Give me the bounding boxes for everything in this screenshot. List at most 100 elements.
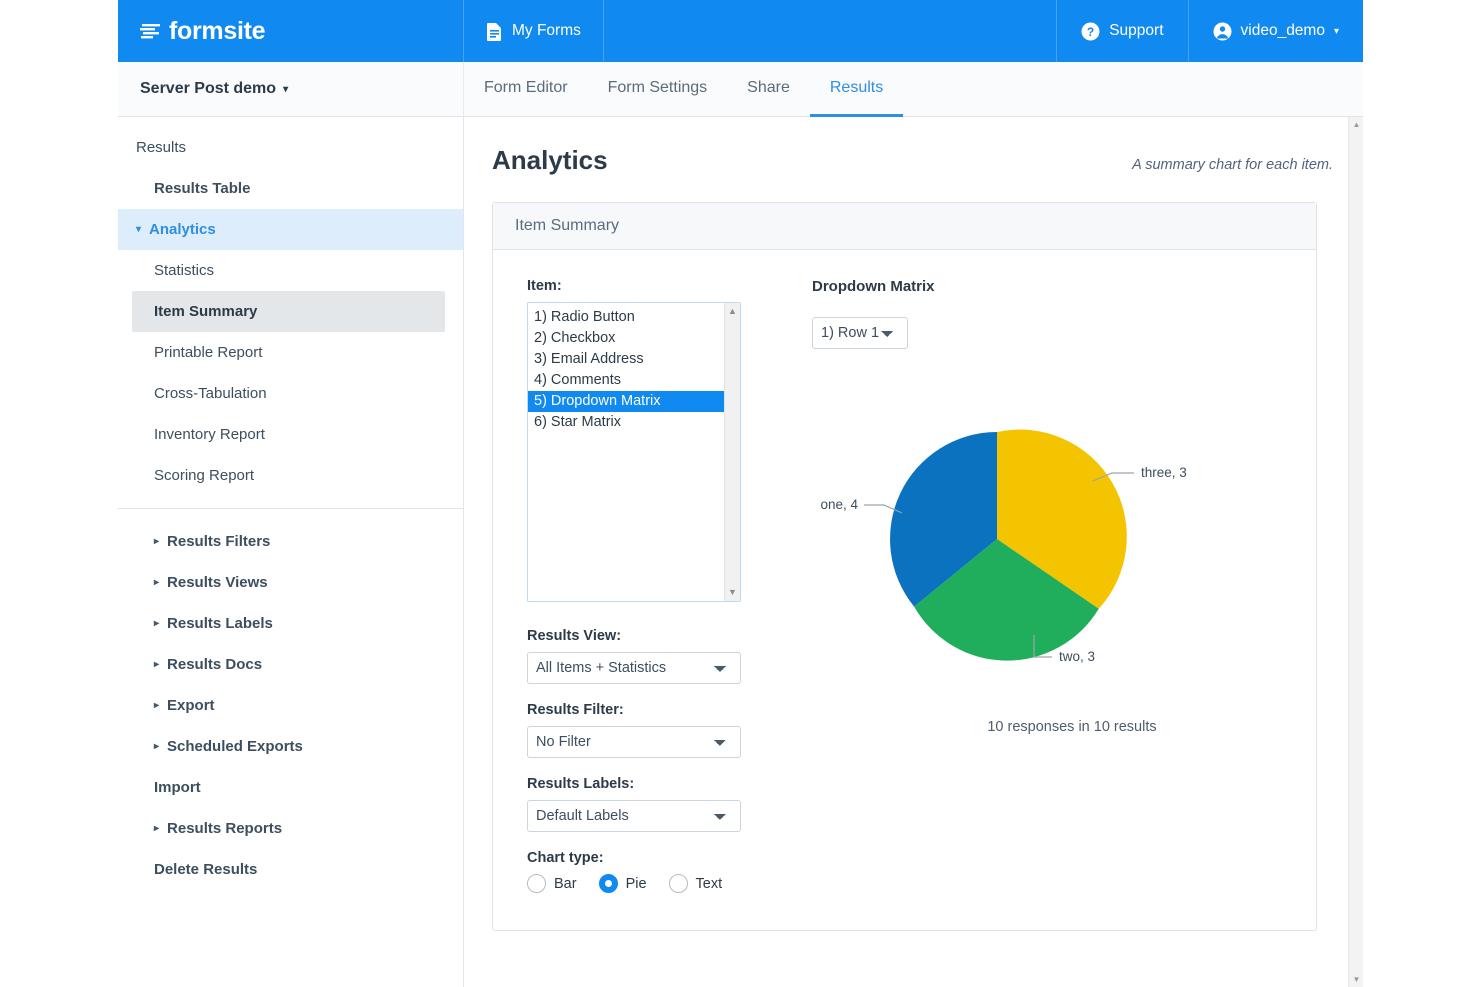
sidebar-item-results-filters[interactable]: ▸ Results Filters	[118, 521, 463, 562]
sidebar-item-inventory-report[interactable]: Inventory Report	[118, 414, 463, 455]
sidebar-item-results-reports[interactable]: ▸ Results Reports	[118, 808, 463, 849]
my-forms-label: My Forms	[512, 22, 581, 40]
sidebar-item-statistics[interactable]: Statistics	[118, 250, 463, 291]
sidebar-item-results[interactable]: Results	[118, 127, 463, 168]
list-item[interactable]: 1) Radio Button	[528, 307, 724, 328]
chart-type-label: Chart type:	[527, 850, 782, 866]
sidebar-item-results-table[interactable]: Results Table	[118, 168, 463, 209]
user-menu[interactable]: video_demo ▾	[1189, 0, 1363, 62]
results-view-select[interactable]: All Items + Statistics	[527, 652, 741, 684]
sidebar-item-label: Export	[167, 697, 215, 714]
brand-logo: formsite	[140, 17, 265, 46]
sidebar-item-label: Import	[154, 779, 201, 796]
my-forms-link[interactable]: My Forms	[464, 0, 604, 62]
sidebar-item-label: Results Table	[154, 180, 250, 197]
question-circle-icon: ?	[1081, 22, 1100, 41]
results-sidebar: Results Results Table ▾ Analytics Statis…	[118, 117, 464, 987]
chart-type-pie-radio[interactable]: Pie	[599, 874, 647, 893]
tab-share[interactable]: Share	[727, 62, 810, 117]
sidebar-item-import[interactable]: Import	[118, 767, 463, 808]
listbox-scrollbar[interactable]: ▲ ▼	[724, 303, 740, 601]
sidebar-item-cross-tabulation[interactable]: Cross-Tabulation	[118, 373, 463, 414]
formsite-app: formsite My Forms ? Support	[118, 0, 1363, 987]
triangle-right-icon: ▸	[154, 577, 159, 588]
sidebar-item-label: Item Summary	[154, 303, 257, 320]
tab-results[interactable]: Results	[810, 62, 903, 117]
brand-home-link[interactable]: formsite	[118, 0, 464, 62]
spacer	[527, 758, 782, 776]
spacer	[527, 832, 782, 850]
sidebar-item-label: Scheduled Exports	[167, 738, 303, 755]
sidebar-item-label: Results Docs	[167, 656, 262, 673]
triangle-right-icon: ▸	[154, 659, 159, 670]
chevron-down-icon: ▾	[283, 84, 288, 95]
triangle-right-icon: ▸	[154, 700, 159, 711]
pie-label-one: one, 4	[820, 497, 858, 512]
chart-type-text-radio[interactable]: Text	[669, 874, 723, 893]
chart-type-bar-label: Bar	[554, 876, 577, 892]
list-item[interactable]: 3) Email Address	[528, 349, 724, 370]
sidebar-item-label: Scoring Report	[154, 467, 254, 484]
sidebar-item-label: Results Views	[167, 574, 268, 591]
sidebar-item-label: Results Labels	[167, 615, 273, 632]
sidebar-item-label: Results	[136, 139, 186, 156]
sidebar-item-printable-report[interactable]: Printable Report	[118, 332, 463, 373]
item-listbox-options: 1) Radio Button 2) Checkbox 3) Email Add…	[528, 303, 724, 601]
sidebar-item-label: Delete Results	[154, 861, 257, 878]
form-name-dropdown[interactable]: Server Post demo ▾	[118, 62, 464, 116]
matrix-row-select[interactable]: 1) Row 1	[812, 317, 908, 349]
support-link[interactable]: ? Support	[1057, 0, 1188, 62]
page-subtitle: A summary chart for each item.	[1132, 157, 1333, 173]
chart-type-radio-group: Bar Pie Text	[527, 874, 782, 893]
card-body: Item: 1) Radio Button 2) Checkbox 3) Ema…	[493, 250, 1316, 930]
tab-form-editor[interactable]: Form Editor	[464, 62, 588, 117]
sidebar-item-scheduled-exports[interactable]: ▸ Scheduled Exports	[118, 726, 463, 767]
page-scrollbar[interactable]: ▲ ▼	[1348, 117, 1363, 987]
list-item[interactable]: 6) Star Matrix	[528, 412, 724, 433]
sidebar-item-results-docs[interactable]: ▸ Results Docs	[118, 644, 463, 685]
scroll-up-arrow-icon[interactable]: ▲	[728, 307, 737, 316]
list-item-selected[interactable]: 5) Dropdown Matrix	[528, 391, 724, 412]
chart-type-text-label: Text	[696, 876, 723, 892]
sidebar-item-results-views[interactable]: ▸ Results Views	[118, 562, 463, 603]
scroll-down-arrow-icon[interactable]: ▼	[728, 588, 737, 597]
pie-chart: three, 3 one, 4 two, 3	[812, 389, 1363, 689]
sidebar-item-export[interactable]: ▸ Export	[118, 685, 463, 726]
triangle-right-icon: ▸	[154, 618, 159, 629]
item-summary-card: Item Summary Item: 1) Radio Button 2) Ch…	[492, 202, 1317, 931]
results-filter-label: Results Filter:	[527, 702, 782, 718]
sidebar-item-delete-results[interactable]: Delete Results	[118, 849, 463, 890]
svg-text:?: ?	[1087, 25, 1094, 39]
chevron-down-icon: ▾	[1334, 26, 1339, 37]
screen-root: formsite My Forms ? Support	[0, 0, 1480, 987]
sidebar-item-results-labels[interactable]: ▸ Results Labels	[118, 603, 463, 644]
tab-form-settings[interactable]: Form Settings	[588, 62, 728, 117]
topbar-spacer	[604, 0, 1057, 62]
chart-column: Dropdown Matrix 1) Row 1	[782, 278, 1363, 900]
form-context-bar: Server Post demo ▾ Form Editor Form Sett…	[118, 62, 1363, 117]
page-header: Analytics A summary chart for each item.	[492, 145, 1333, 176]
sidebar-item-label: Printable Report	[154, 344, 262, 361]
page-body: Results Results Table ▾ Analytics Statis…	[118, 117, 1363, 987]
triangle-down-icon: ▾	[136, 224, 141, 235]
list-item[interactable]: 4) Comments	[528, 370, 724, 391]
sidebar-item-label: Analytics	[149, 221, 216, 238]
results-labels-label: Results Labels:	[527, 776, 782, 792]
sidebar-divider	[118, 508, 463, 509]
chart-type-bar-radio[interactable]: Bar	[527, 874, 577, 893]
item-listbox[interactable]: 1) Radio Button 2) Checkbox 3) Email Add…	[527, 302, 741, 602]
sidebar-item-item-summary[interactable]: Item Summary	[132, 291, 445, 332]
sidebar-item-label: Inventory Report	[154, 426, 265, 443]
list-item[interactable]: 2) Checkbox	[528, 328, 724, 349]
radio-unselected-icon	[527, 874, 546, 893]
results-filter-select[interactable]: No Filter	[527, 726, 741, 758]
sidebar-item-label: Results Filters	[167, 533, 270, 550]
sidebar-item-analytics[interactable]: ▾ Analytics	[118, 209, 463, 250]
formsite-lines-logo-icon	[140, 21, 162, 41]
sidebar-item-label: Results Reports	[167, 820, 282, 837]
chart-item-title: Dropdown Matrix	[812, 278, 1363, 295]
results-labels-select[interactable]: Default Labels	[527, 800, 741, 832]
scroll-down-arrow-icon[interactable]: ▼	[1349, 972, 1363, 987]
sidebar-item-scoring-report[interactable]: Scoring Report	[118, 455, 463, 496]
scroll-up-arrow-icon[interactable]: ▲	[1349, 117, 1363, 132]
